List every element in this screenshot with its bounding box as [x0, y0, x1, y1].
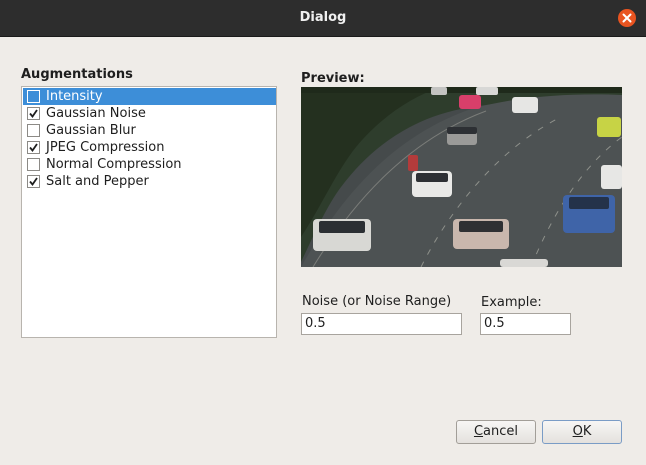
- check-icon: [28, 125, 39, 136]
- check-icon: [29, 109, 38, 118]
- ok-mnemonic: O: [572, 424, 583, 439]
- noise-label: Noise (or Noise Range): [302, 294, 452, 309]
- close-button[interactable]: [618, 9, 636, 27]
- augmentations-label: Augmentations: [21, 67, 133, 82]
- title-bar: Dialog: [0, 0, 646, 37]
- list-item-label: Salt and Pepper: [46, 174, 149, 189]
- list-item-label: JPEG Compression: [46, 140, 165, 155]
- cancel-button[interactable]: Cancel: [456, 420, 536, 444]
- gaussian-blur-checkbox[interactable]: [27, 124, 40, 137]
- check-icon: [29, 177, 38, 186]
- gaussian-noise-checkbox[interactable]: [27, 107, 40, 120]
- close-icon: [622, 13, 632, 23]
- preview-label: Preview:: [301, 71, 365, 86]
- normal-compression-checkbox[interactable]: [27, 158, 40, 171]
- ok-label-rest: K: [582, 424, 592, 439]
- list-item-label: Gaussian Noise: [46, 106, 146, 121]
- jpeg-compression-checkbox[interactable]: [27, 141, 40, 154]
- check-icon: [28, 159, 39, 170]
- cancel-label-rest: ancel: [483, 424, 519, 439]
- check-icon: [29, 143, 38, 152]
- ok-button[interactable]: OK: [542, 420, 622, 444]
- salt-and-pepper-checkbox[interactable]: [27, 175, 40, 188]
- check-icon: [28, 91, 39, 102]
- list-item-label: Intensity: [46, 89, 103, 104]
- noise-input[interactable]: 0.5: [301, 313, 462, 335]
- list-item-intensity[interactable]: Intensity: [23, 88, 276, 105]
- list-item-label: Gaussian Blur: [46, 123, 136, 138]
- augmentations-list[interactable]: Intensity Gaussian Noise Gaussian Blur J…: [21, 86, 277, 338]
- example-input[interactable]: 0.5: [480, 313, 571, 335]
- list-item-jpeg-compression[interactable]: JPEG Compression: [23, 139, 276, 156]
- road-traffic-photo: [301, 87, 622, 267]
- list-item-label: Normal Compression: [46, 157, 182, 172]
- intensity-checkbox[interactable]: [27, 90, 40, 103]
- list-item-salt-and-pepper[interactable]: Salt and Pepper: [23, 173, 276, 190]
- preview-image: [301, 87, 622, 267]
- example-label: Example:: [481, 295, 542, 310]
- list-item-normal-compression[interactable]: Normal Compression: [23, 156, 276, 173]
- cancel-mnemonic: C: [473, 424, 484, 439]
- list-item-gaussian-blur[interactable]: Gaussian Blur: [23, 122, 276, 139]
- window-title: Dialog: [299, 10, 347, 25]
- list-item-gaussian-noise[interactable]: Gaussian Noise: [23, 105, 276, 122]
